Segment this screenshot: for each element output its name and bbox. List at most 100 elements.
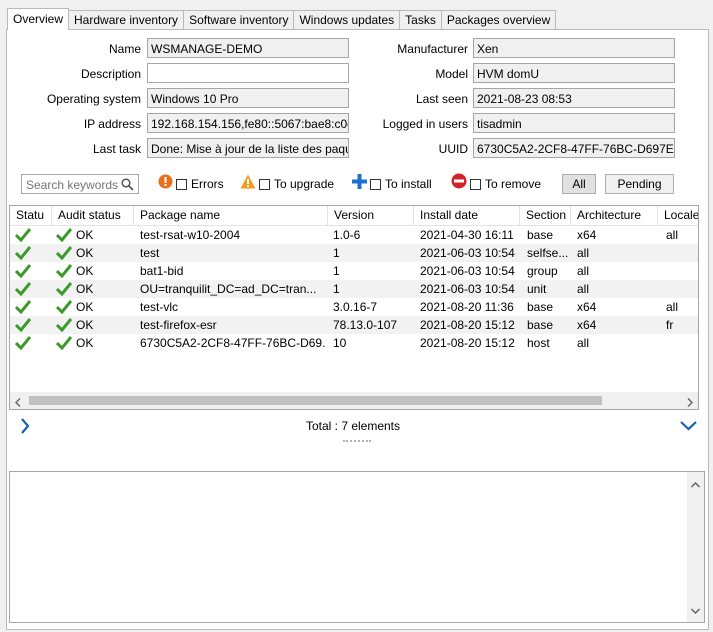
cell-install-date: 2021-08-20 15:12 [420, 336, 515, 350]
column-architecture[interactable]: Architecture [571, 206, 658, 225]
table-row[interactable]: OK bat1-bid 1 2021-06-03 10:54 group all [10, 262, 698, 280]
plus-icon [352, 173, 367, 195]
error-icon [158, 174, 173, 195]
cell-locale [666, 280, 698, 298]
cell-architecture: x64 [577, 228, 597, 242]
errors-label: Errors [191, 177, 224, 191]
arrow-left-icon[interactable] [15, 396, 21, 409]
cell-architecture: x64 [577, 318, 597, 332]
cell-section: base [527, 228, 554, 242]
horizontal-scrollbar[interactable] [10, 392, 698, 409]
cell-audit-status: OK [76, 264, 94, 278]
cell-architecture: all [577, 264, 590, 278]
column-version[interactable]: Version [328, 206, 414, 225]
description-field[interactable] [147, 63, 349, 83]
vertical-scrollbar[interactable] [687, 472, 704, 622]
table-row[interactable]: OK test 1 2021-06-03 10:54 selfse... all [10, 244, 698, 262]
grid-header: Statu Audit status Package name Version … [10, 206, 698, 226]
chevron-down-icon[interactable] [680, 420, 697, 434]
warning-icon [240, 174, 256, 195]
to-remove-label: To remove [485, 177, 542, 191]
table-row[interactable]: OK 6730C5A2-2CF8-47FF-76BC-D69... 10 2021-0… [10, 334, 698, 352]
tab-windows-updates[interactable]: Windows updates [293, 10, 401, 29]
manufacturer-field[interactable]: Xen [473, 38, 675, 58]
errors-filter[interactable]: Errors [158, 174, 224, 194]
packages-grid[interactable]: Statu Audit status Package name Version … [9, 205, 699, 410]
to-upgrade-checkbox[interactable] [259, 178, 270, 190]
cell-audit-status: OK [76, 282, 94, 296]
column-package-name[interactable]: Package name [134, 206, 328, 225]
details-memo[interactable] [9, 471, 705, 623]
cell-audit-status: OK [76, 336, 94, 350]
cell-locale [666, 334, 698, 352]
last-task-field[interactable]: Done: Mise à jour de la liste des paqu [147, 138, 349, 158]
column-locale[interactable]: Locale [658, 206, 698, 225]
to-remove-filter[interactable]: To remove [451, 173, 542, 194]
os-field[interactable]: Windows 10 Pro [147, 88, 349, 108]
pending-button[interactable]: Pending [605, 174, 674, 194]
cell-architecture: x64 [577, 300, 597, 314]
column-install-date[interactable]: Install date [414, 206, 520, 225]
model-field[interactable]: HVM domU [473, 63, 675, 83]
table-row[interactable]: OK OU=tranquilit_DC=ad_DC=tran... 1 2021-06… [10, 280, 698, 298]
logged-in-label: Logged in users [382, 117, 468, 131]
to-install-label: To install [385, 177, 432, 191]
table-row[interactable]: OK test-vlc 3.0.16-7 2021-08-20 11:36 base x6… [10, 298, 698, 316]
search-input[interactable] [24, 176, 123, 194]
all-button[interactable]: All [562, 174, 596, 194]
tab-packages-overview[interactable]: Packages overview [440, 10, 557, 29]
search-icon[interactable] [121, 178, 134, 194]
tab-bar: Overview Hardware inventory Software inv… [7, 8, 557, 30]
tab-software-inventory[interactable]: Software inventory [183, 10, 295, 29]
table-row[interactable]: OK test-firefox-esr 78.13.0-107 2021-08-20 … [10, 316, 698, 334]
cell-architecture: all [577, 282, 590, 296]
table-row[interactable]: OK test-rsat-w10-2004 1.0-6 2021-04-30 16:1… [10, 226, 698, 244]
cell-architecture: all [577, 246, 590, 260]
cell-audit-status: OK [76, 246, 94, 260]
cell-package-name: test-firefox-esr [140, 318, 217, 332]
column-audit-status[interactable]: Audit status [52, 206, 134, 225]
arrow-up-icon[interactable] [691, 477, 700, 491]
cell-locale: all [666, 300, 679, 314]
splitter-grip[interactable] [343, 440, 371, 444]
description-label: Description [80, 67, 141, 81]
ip-field[interactable]: 192.168.154.156,fe80::5067:bae8:c0ca: [147, 113, 349, 133]
column-status[interactable]: Statu [10, 206, 52, 225]
name-field[interactable]: WSMANAGE-DEMO [147, 38, 349, 58]
errors-checkbox[interactable] [176, 178, 187, 190]
tab-hardware-inventory[interactable]: Hardware inventory [68, 10, 185, 29]
to-install-checkbox[interactable] [370, 178, 381, 190]
cell-version: 78.13.0-107 [333, 318, 398, 332]
horizontal-scroll-thumb[interactable] [29, 396, 602, 405]
cell-section: base [527, 318, 554, 332]
cell-install-date: 2021-08-20 11:36 [420, 300, 514, 314]
cell-audit-status: OK [76, 300, 94, 314]
cell-locale: all [666, 228, 679, 242]
cell-architecture: all [577, 336, 590, 350]
cell-version: 1 [333, 282, 340, 296]
arrow-down-icon[interactable] [691, 603, 700, 617]
cell-install-date: 2021-08-20 15:12 [420, 318, 515, 332]
arrow-right-icon[interactable] [687, 396, 693, 409]
tab-tasks[interactable]: Tasks [399, 10, 442, 29]
name-label: Name [108, 42, 141, 56]
grid-footer: Total : 7 elements [9, 415, 697, 442]
last-task-label: Last task [92, 142, 141, 156]
to-remove-checkbox[interactable] [470, 178, 481, 190]
model-label: Model [435, 67, 468, 81]
cell-install-date: 2021-04-30 16:11 [420, 228, 514, 242]
tab-overview[interactable]: Overview [7, 8, 70, 30]
cell-install-date: 2021-06-03 10:54 [420, 264, 515, 278]
total-elements-label: Total : 7 elements [305, 419, 401, 433]
check-icon [56, 336, 72, 354]
last-seen-field[interactable]: 2021-08-23 08:53 [473, 88, 675, 108]
cell-install-date: 2021-06-03 10:54 [420, 246, 515, 260]
cell-version: 10 [333, 336, 347, 350]
to-install-filter[interactable]: To install [352, 173, 432, 195]
to-upgrade-filter[interactable]: To upgrade [240, 174, 334, 194]
uuid-field[interactable]: 6730C5A2-2CF8-47FF-76BC-D697E11( [473, 138, 675, 158]
column-section[interactable]: Section [520, 206, 571, 225]
cell-version: 3.0.16-7 [333, 300, 378, 314]
logged-in-field[interactable]: tisadmin [473, 113, 675, 133]
check-icon [15, 336, 31, 354]
